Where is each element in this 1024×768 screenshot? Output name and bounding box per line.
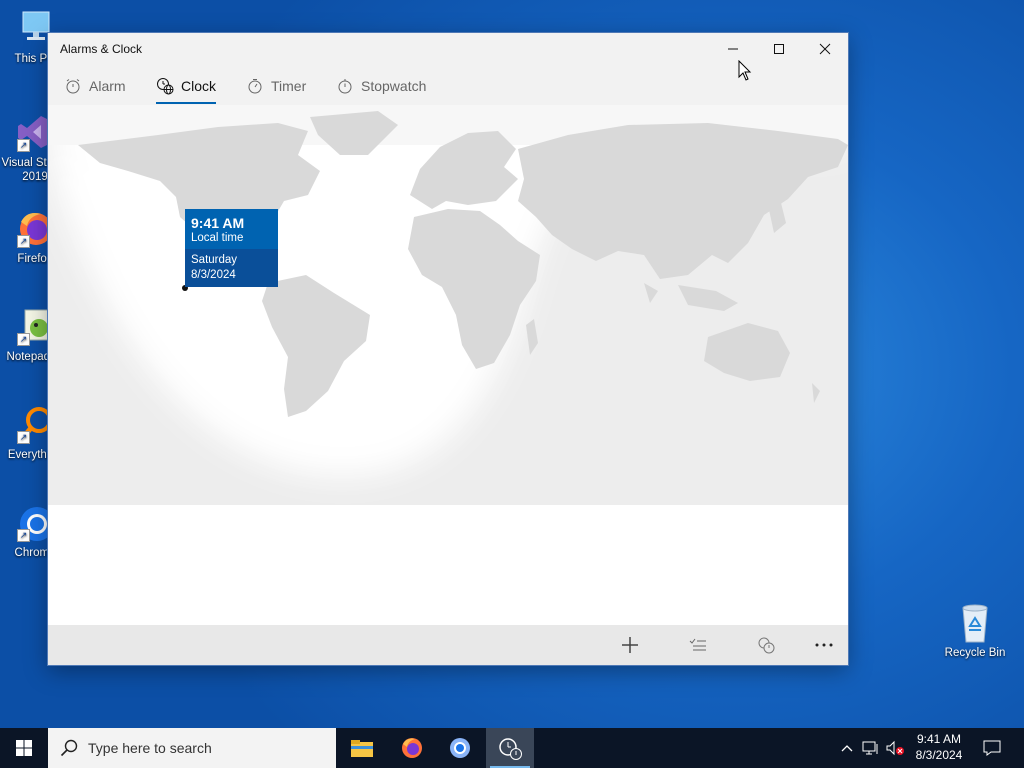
- local-time-label: Local time: [191, 232, 244, 244]
- tab-timer[interactable]: Timer: [246, 74, 306, 98]
- volume-muted-icon: [886, 740, 904, 756]
- recycle-bin-icon: [955, 602, 995, 643]
- search-placeholder: Type here to search: [88, 740, 212, 756]
- taskbar-alarms-clock[interactable]: [486, 728, 534, 768]
- command-bar: [48, 625, 848, 665]
- alarms-clock-icon: [499, 738, 522, 760]
- desktop-icon-label: Recycle Bin: [944, 647, 1006, 659]
- world-map: 9:41 AM Local time Saturday 8/3/2024: [48, 105, 848, 505]
- compare-icon: [758, 637, 775, 654]
- taskbar-clock[interactable]: 9:41 AM 8/3/2024: [906, 731, 972, 763]
- select-clocks-button[interactable]: [678, 629, 718, 661]
- mouse-cursor-icon: [738, 60, 752, 81]
- start-button[interactable]: [0, 728, 48, 768]
- close-button[interactable]: [802, 33, 848, 65]
- notifications-icon: [983, 740, 1001, 756]
- taskbar: Type here to search 9:41 AM 8/3/2024: [0, 728, 1024, 768]
- tab-label: Timer: [271, 78, 307, 94]
- tab-label: Alarm: [89, 78, 126, 94]
- window-title: Alarms & Clock: [60, 42, 143, 56]
- timer-icon: [246, 77, 264, 95]
- tab-bar: Alarm Clock Timer Stopwatch: [48, 65, 848, 105]
- tab-label: Stopwatch: [361, 78, 427, 94]
- title-bar[interactable]: Alarms & Clock: [48, 33, 848, 65]
- taskbar-date: 8/3/2024: [915, 748, 963, 762]
- world-clock-list: [48, 505, 848, 625]
- taskbar-chrome[interactable]: [436, 728, 484, 768]
- taskbar-search-box[interactable]: Type here to search: [48, 728, 336, 768]
- select-list-icon: [689, 638, 706, 651]
- stopwatch-icon: [336, 77, 354, 95]
- tab-clock[interactable]: Clock: [156, 74, 217, 104]
- windows-logo-icon: [16, 740, 32, 756]
- local-day: Saturday: [191, 254, 238, 266]
- tab-stopwatch[interactable]: Stopwatch: [336, 74, 426, 98]
- local-time-card[interactable]: 9:41 AM Local time Saturday 8/3/2024: [185, 209, 278, 287]
- add-new-clock-button[interactable]: [610, 629, 650, 661]
- local-time-value: 9:41 AM: [191, 215, 245, 231]
- desktop-icon-recycle-bin[interactable]: Recycle Bin: [940, 602, 1010, 660]
- chevron-up-icon: [841, 745, 853, 752]
- taskbar-time: 9:41 AM: [916, 732, 962, 746]
- more-options-button[interactable]: [804, 629, 844, 661]
- compare-button[interactable]: [746, 629, 786, 661]
- tab-label: Clock: [181, 78, 217, 94]
- firefox-icon: [402, 738, 422, 758]
- world-clock-icon: [156, 77, 174, 95]
- network-icon: [862, 741, 878, 755]
- minimize-icon: [728, 48, 738, 50]
- tab-alarm[interactable]: Alarm: [64, 74, 126, 98]
- more-icon: [815, 643, 833, 647]
- alarms-clock-window: Alarms & Clock Alarm Clock Timer Stopwat…: [48, 33, 848, 665]
- close-icon: [819, 43, 831, 55]
- search-icon: [60, 739, 78, 757]
- chrome-icon: [450, 738, 470, 758]
- show-hidden-icons-button[interactable]: [838, 728, 856, 768]
- taskbar-firefox[interactable]: [388, 728, 436, 768]
- file-explorer-icon: [351, 740, 373, 757]
- world-map-graphic: [48, 105, 848, 505]
- maximize-icon: [774, 44, 784, 54]
- taskbar-file-explorer[interactable]: [338, 728, 386, 768]
- local-date: 8/3/2024: [191, 269, 236, 281]
- action-center-button[interactable]: [978, 728, 1006, 768]
- add-icon: [622, 637, 638, 653]
- volume-tray-button[interactable]: [884, 728, 906, 768]
- alarm-icon: [64, 77, 82, 95]
- network-tray-button[interactable]: [860, 728, 882, 768]
- maximize-button[interactable]: [756, 33, 802, 65]
